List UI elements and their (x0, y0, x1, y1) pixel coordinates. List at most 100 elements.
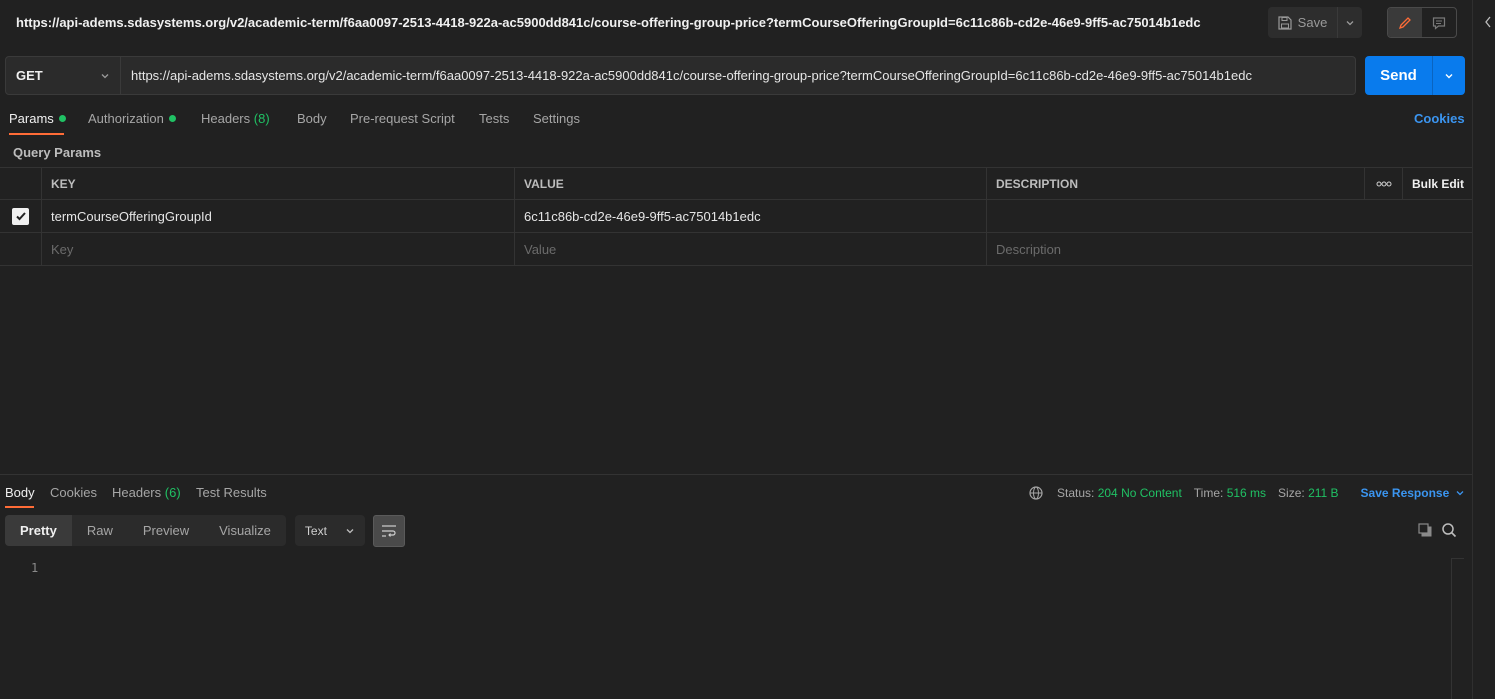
active-tab-indicator (9, 133, 64, 135)
response-tab-test-results[interactable]: Test Results (196, 485, 267, 500)
active-dot-icon (168, 115, 176, 122)
request-title-bar: https://api-adems.sdasystems.org/v2/acad… (0, 0, 1472, 46)
param-description-cell[interactable] (986, 200, 1364, 232)
tab-params-label: Params (9, 111, 54, 126)
row-spacer (1402, 200, 1472, 232)
more-horizontal-icon (1376, 181, 1391, 187)
row-spacer (1364, 200, 1402, 232)
tab-headers[interactable]: Headers (8) (201, 111, 270, 126)
response-headers-label: Headers (112, 485, 162, 500)
query-params-table: KEY VALUE DESCRIPTION Bulk Edit termCour… (0, 167, 1472, 266)
editor-scrollbar[interactable] (1451, 558, 1464, 699)
save-group: Save (1268, 7, 1362, 38)
url-input[interactable]: https://api-adems.sdasystems.org/v2/acad… (121, 56, 1356, 95)
checkbox-column-header (0, 168, 41, 200)
method-label: GET (16, 68, 43, 83)
new-key-input[interactable]: Key (41, 233, 514, 265)
chevron-down-icon (1346, 20, 1354, 25)
table-row: termCourseOfferingGroupId 6c11c86b-cd2e-… (0, 200, 1472, 233)
save-response-button[interactable]: Save Response (1361, 486, 1450, 500)
format-select[interactable]: Text (294, 515, 365, 546)
format-label: Text (304, 523, 327, 538)
status-code[interactable]: 204 (1098, 486, 1118, 500)
tab-body[interactable]: Body (297, 111, 327, 126)
send-button[interactable]: Send (1365, 56, 1432, 95)
tab-pre-request-script[interactable]: Pre-request Script (350, 111, 455, 126)
pencil-icon (1398, 16, 1411, 29)
save-options-button[interactable] (1338, 7, 1362, 38)
response-status-area: Status: 204 No Content Time: 516 ms Size… (1028, 485, 1465, 501)
status-text[interactable]: No Content (1121, 486, 1182, 500)
pane-resize-handle[interactable] (0, 474, 1472, 475)
save-button[interactable]: Save (1268, 7, 1338, 38)
globe-network-icon[interactable] (1028, 485, 1044, 501)
view-pretty[interactable]: Pretty (5, 515, 72, 546)
editor-line-number: 1 (31, 561, 39, 575)
cookies-link[interactable]: Cookies (1414, 111, 1465, 126)
status-label: Status: (1057, 486, 1095, 500)
new-value-input[interactable]: Value (514, 233, 986, 265)
active-dot-icon (58, 115, 66, 122)
search-icon[interactable] (1441, 522, 1457, 538)
more-options-button[interactable] (1364, 168, 1402, 200)
tab-settings[interactable]: Settings (533, 111, 580, 126)
send-options-button[interactable] (1432, 56, 1465, 95)
response-tab-body[interactable]: Body (5, 485, 35, 500)
right-sidebar-rail (1472, 0, 1495, 699)
edit-mode-button[interactable] (1388, 8, 1422, 37)
chevron-left-icon[interactable] (1483, 15, 1493, 29)
chevron-down-icon (101, 73, 109, 78)
tab-authorization-label: Authorization (88, 111, 164, 126)
time-value[interactable]: 516 ms (1227, 486, 1266, 500)
headers-count: (8) (253, 111, 270, 126)
tab-headers-label: Headers (201, 111, 251, 126)
postman-app: https://api-adems.sdasystems.org/v2/acad… (0, 0, 1495, 699)
check-icon (15, 212, 26, 221)
wrap-lines-button[interactable] (372, 515, 405, 547)
active-response-tab-indicator (5, 506, 34, 508)
size-label: Size: (1278, 486, 1305, 500)
new-description-input[interactable]: Description (986, 233, 1364, 265)
comment-icon (1432, 16, 1446, 30)
url-bar: GET https://api-adems.sdasystems.org/v2/… (5, 56, 1356, 95)
edit-comment-toggle (1387, 7, 1457, 38)
request-tabs: Params Authorization Headers (8) Body Pr… (0, 104, 1472, 136)
tab-authorization[interactable]: Authorization (88, 111, 176, 126)
row-spacer (1402, 233, 1472, 265)
time-label: Time: (1193, 486, 1224, 500)
key-column-header: KEY (41, 168, 514, 200)
param-value-cell[interactable]: 6c11c86b-cd2e-46e9-9ff5-ac75014b1edc (514, 200, 986, 232)
response-toolbar: Pretty Raw Preview Visualize Text (5, 515, 405, 547)
response-view-modes: Pretty Raw Preview Visualize (5, 515, 286, 546)
new-row-checkbox-cell (0, 233, 41, 265)
view-preview[interactable]: Preview (128, 515, 204, 546)
response-tabs: Body Cookies Headers (6) Test Results St… (0, 476, 1472, 510)
query-params-label: Query Params (13, 145, 102, 160)
size-value[interactable]: 211 B (1308, 486, 1338, 500)
param-enable-checkbox[interactable] (0, 200, 41, 232)
response-headers-count: (6) (164, 485, 181, 500)
view-raw[interactable]: Raw (72, 515, 128, 546)
send-group: Send (1365, 56, 1465, 95)
request-title[interactable]: https://api-adems.sdasystems.org/v2/acad… (16, 15, 1201, 30)
save-label: Save (1297, 15, 1328, 30)
view-visualize[interactable]: Visualize (204, 515, 286, 546)
description-column-header: DESCRIPTION (986, 168, 1364, 200)
row-spacer (1364, 233, 1402, 265)
param-key-cell[interactable]: termCourseOfferingGroupId (41, 200, 514, 232)
tab-tests[interactable]: Tests (479, 111, 509, 126)
method-select[interactable]: GET (5, 56, 121, 95)
comment-mode-button[interactable] (1422, 8, 1456, 37)
save-disk-icon (1278, 15, 1292, 30)
tab-params[interactable]: Params (9, 111, 66, 126)
checkbox-checked[interactable] (12, 207, 29, 225)
copy-icon[interactable] (1417, 522, 1433, 538)
response-tab-headers[interactable]: Headers (6) (112, 485, 181, 500)
chevron-down-icon[interactable] (1455, 488, 1465, 498)
table-row-new: Key Value Description (0, 233, 1472, 266)
chevron-down-icon (1445, 73, 1453, 78)
wrap-lines-icon (381, 525, 396, 537)
chevron-down-icon (346, 528, 354, 533)
response-tab-cookies[interactable]: Cookies (50, 485, 97, 500)
bulk-edit-button[interactable]: Bulk Edit (1402, 168, 1472, 200)
